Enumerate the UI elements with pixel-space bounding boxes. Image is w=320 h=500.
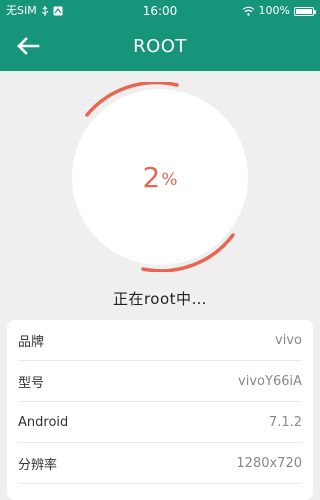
battery-percent: 100%	[258, 4, 290, 17]
status-right: 100%	[242, 0, 316, 22]
progress-value: 2	[142, 160, 161, 194]
info-value: 7.1.2	[268, 414, 302, 430]
root-status-text: 正在root中…	[112, 290, 208, 308]
info-row-resolution: 分辨率 1280x720	[18, 443, 302, 484]
wifi-icon	[242, 6, 254, 16]
status-bar: 无SIM 16:00 100%	[0, 0, 320, 22]
top-bar: 无SIM 16:00 100% ROOT	[0, 0, 320, 71]
battery-icon	[294, 6, 316, 16]
info-row-brand: 品牌 vivo	[18, 320, 302, 361]
device-info-card: 品牌 vivo 型号 vivoY66iA Android 7.1.2 分辨率 1…	[7, 320, 313, 500]
info-value: vivoY66iA	[238, 373, 302, 389]
info-row-model: 型号 vivoY66iA	[18, 361, 302, 402]
progress-dial: 2 %	[70, 82, 250, 272]
info-value: vivo	[275, 332, 302, 348]
info-label: 型号	[18, 375, 45, 391]
info-row-android: Android 7.1.2	[18, 402, 302, 443]
progress-percent: 2 %	[70, 82, 250, 272]
progress-unit: %	[161, 170, 178, 190]
page-title: ROOT	[133, 36, 187, 57]
info-label: Android	[18, 414, 69, 430]
info-label: 品牌	[18, 334, 45, 350]
nav-bar: ROOT	[0, 22, 320, 71]
info-value: 1280x720	[236, 455, 302, 471]
info-label: 分辨率	[18, 457, 58, 473]
